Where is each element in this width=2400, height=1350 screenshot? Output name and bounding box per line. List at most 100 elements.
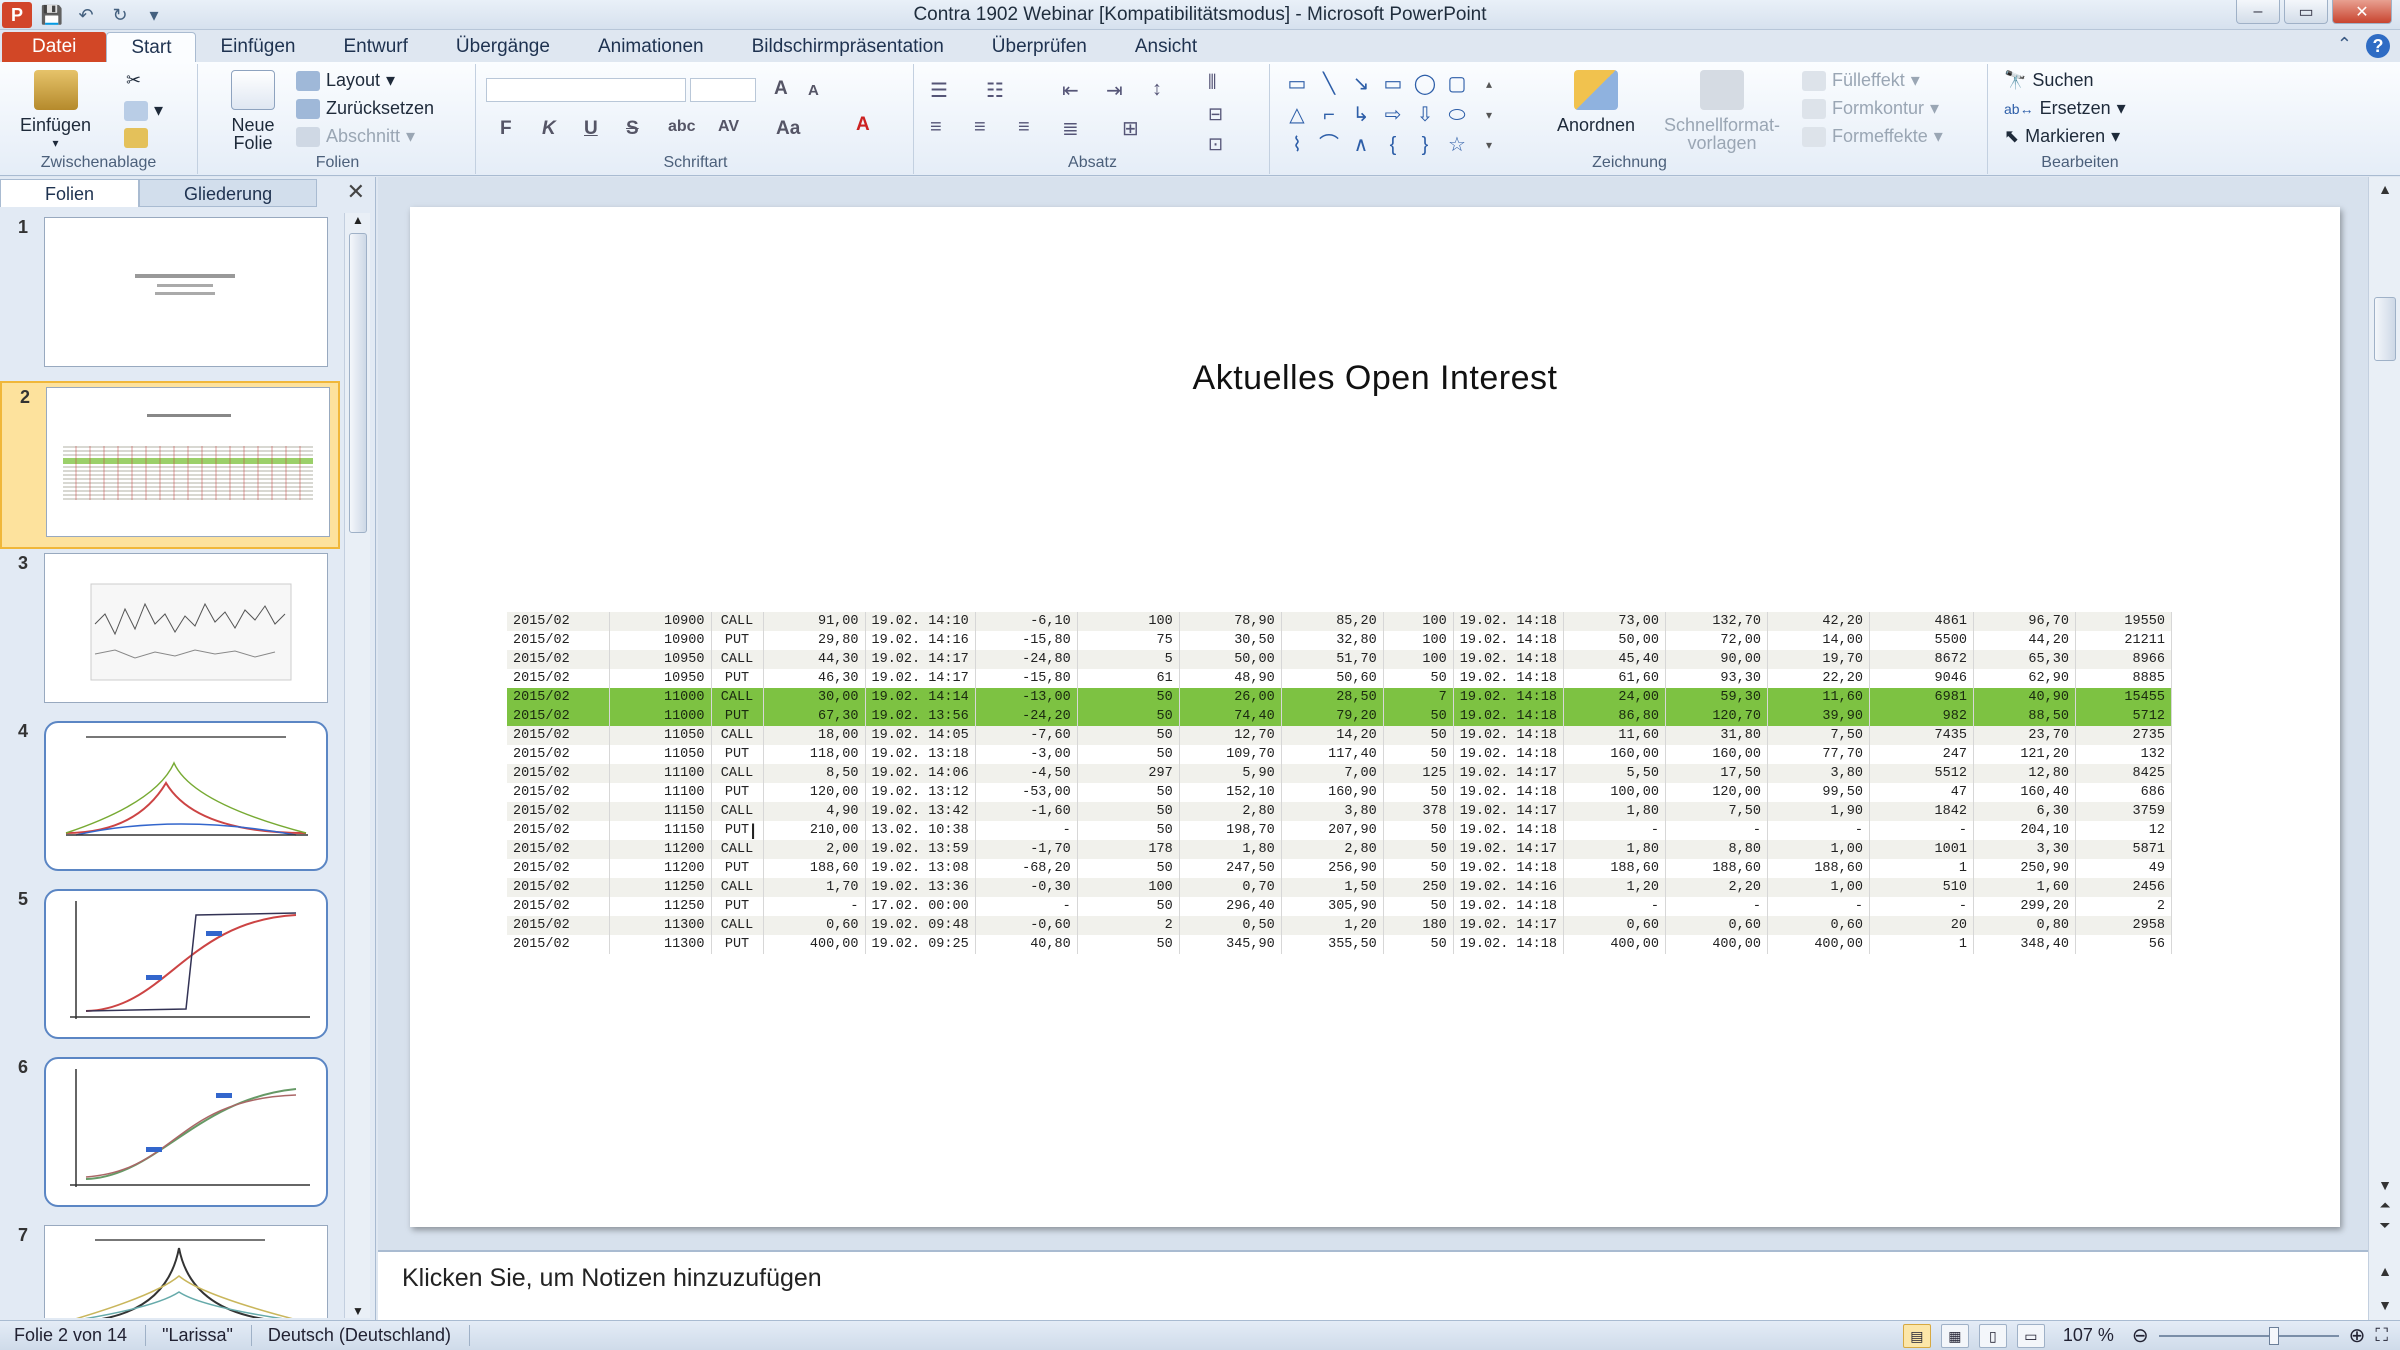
- table-cell[interactable]: 5,50: [1563, 764, 1666, 783]
- table-cell[interactable]: 15455: [2075, 688, 2172, 707]
- tab-einfuegen[interactable]: Einfügen: [196, 32, 319, 62]
- table-row[interactable]: 2015/02 11200 PUT 188,60 19.02. 13:08 -68,20 5…: [507, 859, 2172, 878]
- table-cell[interactable]: 8885: [2075, 669, 2172, 688]
- table-cell[interactable]: 11200: [609, 859, 712, 878]
- table-cell[interactable]: -24,80: [975, 650, 1078, 669]
- table-cell[interactable]: 11250: [609, 878, 712, 897]
- table-cell[interactable]: 11100: [609, 764, 712, 783]
- table-cell[interactable]: 7: [1383, 688, 1454, 707]
- zoom-out-icon[interactable]: ⊖: [2132, 1323, 2149, 1348]
- table-cell[interactable]: 1,70: [763, 878, 866, 897]
- table-cell[interactable]: 0,60: [1665, 916, 1768, 935]
- table-cell[interactable]: 19.02. 14:17: [1453, 802, 1564, 821]
- table-cell[interactable]: PUT: [711, 897, 764, 916]
- table-row[interactable]: 2015/02 11200 CALL 2,00 19.02. 13:59 -1,70 178…: [507, 840, 2172, 859]
- table-cell[interactable]: 2015/02: [507, 897, 610, 916]
- table-cell[interactable]: 5871: [2075, 840, 2172, 859]
- text-direction-icon[interactable]: ⫴: [1208, 72, 1216, 95]
- table-cell[interactable]: 348,40: [1973, 935, 2076, 954]
- table-cell[interactable]: CALL: [711, 650, 764, 669]
- underline-button[interactable]: U: [584, 118, 598, 140]
- table-cell[interactable]: 45,40: [1563, 650, 1666, 669]
- right-arrow-shape-icon[interactable]: ⇨: [1378, 101, 1408, 130]
- maximize-button[interactable]: ▭: [2284, 0, 2328, 24]
- table-cell[interactable]: -: [1767, 897, 1870, 916]
- table-cell[interactable]: 12,70: [1179, 726, 1282, 745]
- table-cell[interactable]: 48,90: [1179, 669, 1282, 688]
- table-cell[interactable]: 19.02. 14:18: [1453, 707, 1564, 726]
- new-slide-button[interactable]: Neue Folie: [218, 70, 288, 152]
- table-cell[interactable]: 50,60: [1281, 669, 1384, 688]
- table-cell[interactable]: 19.02. 14:18: [1453, 669, 1564, 688]
- table-cell[interactable]: 178: [1077, 840, 1180, 859]
- tab-start[interactable]: Start: [106, 32, 197, 62]
- table-cell[interactable]: 10950: [609, 669, 712, 688]
- table-cell[interactable]: 50: [1077, 707, 1180, 726]
- table-cell[interactable]: 3,80: [1767, 764, 1870, 783]
- table-cell[interactable]: 0,50: [1179, 916, 1282, 935]
- table-cell[interactable]: -: [1665, 897, 1768, 916]
- table-cell[interactable]: 2015/02: [507, 821, 610, 840]
- table-cell[interactable]: -4,50: [975, 764, 1078, 783]
- table-cell[interactable]: -: [1869, 897, 1974, 916]
- table-cell[interactable]: -: [1665, 821, 1768, 840]
- table-cell[interactable]: 96,70: [1973, 612, 2076, 631]
- tab-uebergaenge[interactable]: Übergänge: [432, 32, 574, 62]
- table-cell[interactable]: 188,60: [1563, 859, 1666, 878]
- table-cell[interactable]: 11000: [609, 707, 712, 726]
- table-cell[interactable]: 11150: [609, 821, 712, 840]
- table-cell[interactable]: 7,50: [1767, 726, 1870, 745]
- table-cell[interactable]: 8966: [2075, 650, 2172, 669]
- table-cell[interactable]: 19.02. 14:18: [1453, 688, 1564, 707]
- table-cell[interactable]: 120,70: [1665, 707, 1768, 726]
- table-cell[interactable]: 19.02. 13:08: [865, 859, 976, 878]
- table-cell[interactable]: 400,00: [1563, 935, 1666, 954]
- table-cell[interactable]: 11050: [609, 726, 712, 745]
- table-cell[interactable]: 50: [1383, 840, 1454, 859]
- font-color-button[interactable]: A: [856, 114, 870, 136]
- table-row[interactable]: 2015/02 11300 CALL 0,60 19.02. 09:48 -0,60 2 0,…: [507, 916, 2172, 935]
- table-cell[interactable]: 188,60: [1767, 859, 1870, 878]
- table-cell[interactable]: 50: [1383, 745, 1454, 764]
- align-right-icon[interactable]: ≡: [1018, 116, 1030, 139]
- table-cell[interactable]: -: [1767, 821, 1870, 840]
- table-cell[interactable]: 0,60: [1767, 916, 1870, 935]
- table-cell[interactable]: 79,20: [1281, 707, 1384, 726]
- table-cell[interactable]: 121,20: [1973, 745, 2076, 764]
- table-cell[interactable]: 4861: [1869, 612, 1974, 631]
- notes-pane[interactable]: Klicken Sie, um Notizen hinzuzufügen: [378, 1250, 2368, 1320]
- table-cell[interactable]: 11200: [609, 840, 712, 859]
- table-cell[interactable]: 19.02. 14:17: [865, 669, 976, 688]
- notes-scroll-down-icon[interactable]: ▼: [2369, 1297, 2400, 1313]
- table-row[interactable]: 2015/02 11050 CALL 18,00 19.02. 14:05 -7,60 50…: [507, 726, 2172, 745]
- table-cell[interactable]: 2015/02: [507, 726, 610, 745]
- table-cell[interactable]: 2015/02: [507, 783, 610, 802]
- table-cell[interactable]: 1,80: [1563, 840, 1666, 859]
- table-cell[interactable]: PUT: [711, 669, 764, 688]
- table-cell[interactable]: 0,70: [1179, 878, 1282, 897]
- tab-datei[interactable]: Datei: [2, 32, 107, 62]
- table-row[interactable]: 2015/02 10950 CALL 44,30 19.02. 14:17 -24,80 5…: [507, 650, 2172, 669]
- align-center-icon[interactable]: ≡: [974, 116, 986, 139]
- table-cell[interactable]: 51,70: [1281, 650, 1384, 669]
- table-cell[interactable]: 50,00: [1563, 631, 1666, 650]
- table-cell[interactable]: 10900: [609, 631, 712, 650]
- table-cell[interactable]: 75: [1077, 631, 1180, 650]
- table-cell[interactable]: 50: [1077, 726, 1180, 745]
- table-cell[interactable]: 180: [1383, 916, 1454, 935]
- table-cell[interactable]: 32,80: [1281, 631, 1384, 650]
- table-cell[interactable]: 50: [1383, 859, 1454, 878]
- notes-placeholder[interactable]: Klicken Sie, um Notizen hinzuzufügen: [402, 1264, 822, 1293]
- table-cell[interactable]: 24,00: [1563, 688, 1666, 707]
- scroll-thumb[interactable]: [2374, 297, 2396, 361]
- table-row[interactable]: 2015/02 11250 CALL 1,70 19.02. 13:36 -0,30 100…: [507, 878, 2172, 897]
- rounded-rect-shape-icon[interactable]: ▢: [1442, 70, 1472, 99]
- table-cell[interactable]: -: [763, 897, 866, 916]
- previous-slide-icon[interactable]: ⏶: [2369, 1197, 2400, 1214]
- bullets-icon[interactable]: ☰: [930, 78, 948, 103]
- table-cell[interactable]: 2015/02: [507, 631, 610, 650]
- scroll-up-icon[interactable]: ▲: [2369, 181, 2400, 197]
- table-row[interactable]: 2015/02 11050 PUT 118,00 19.02. 13:18 -3,00 50…: [507, 745, 2172, 764]
- table-cell[interactable]: 125: [1383, 764, 1454, 783]
- paste-button[interactable]: Einfügen ▾: [20, 70, 91, 152]
